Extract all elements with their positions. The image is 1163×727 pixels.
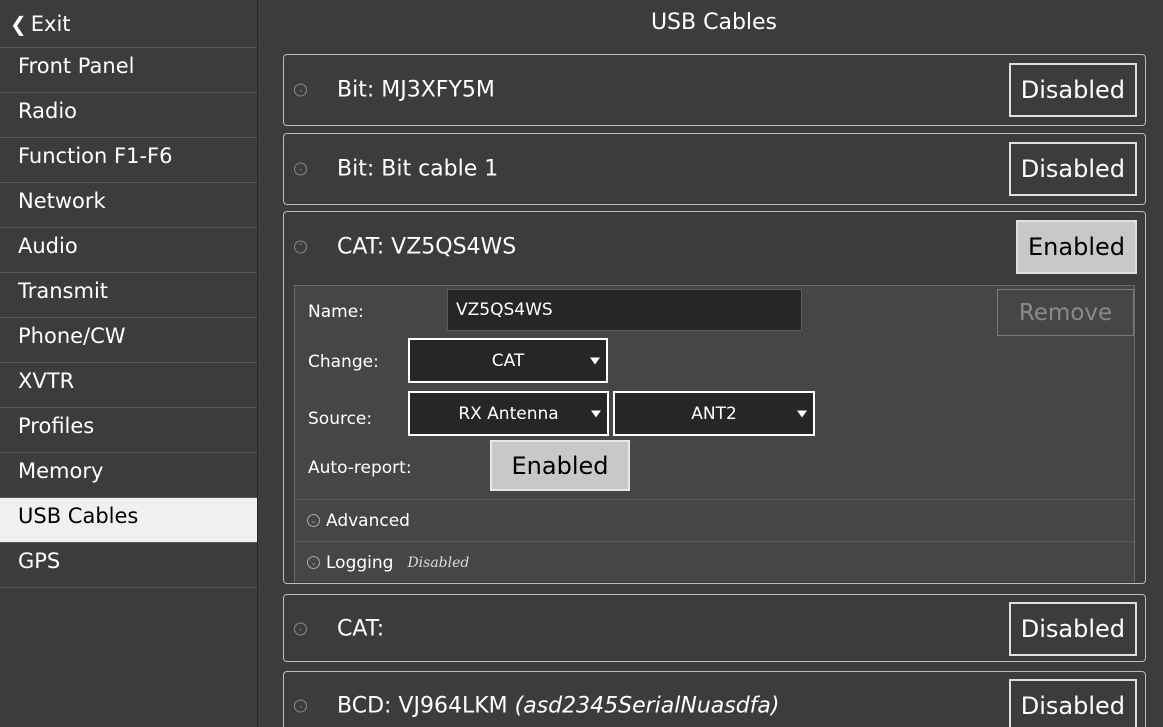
change-select[interactable]: CAT xyxy=(408,338,608,383)
expand-icon[interactable]: ⌄ xyxy=(294,699,307,713)
change-value: CAT xyxy=(491,350,525,371)
source-value: RX Antenna xyxy=(458,403,559,424)
advanced-row[interactable]: ⌄ Advanced xyxy=(295,499,1134,541)
cable-title: BCD: VJ964LKM (asd2345SerialNuasdfa) xyxy=(337,694,779,719)
cable-title: Bit: MJ3XFY5M xyxy=(337,78,495,103)
sidebar-item-phone-cw[interactable]: Phone/CW xyxy=(0,318,257,363)
cable-state-button[interactable]: Disabled xyxy=(1008,63,1137,117)
logging-status: Disabled xyxy=(407,554,470,571)
cable-title: CAT: VZ5QS4WS xyxy=(337,235,516,260)
caret-down-icon xyxy=(591,410,601,417)
cable-header[interactable]: ⌄ Bit: MJ3XFY5M Disabled xyxy=(284,55,1145,125)
name-label: Name: xyxy=(308,302,364,322)
cable-panel: ⌄ BCD: VJ964LKM (asd2345SerialNuasdfa) D… xyxy=(283,671,1146,727)
auto-report-button[interactable]: Enabled xyxy=(490,440,630,491)
sidebar-item-memory[interactable]: Memory xyxy=(0,453,257,498)
cable-name: VJ964LKM xyxy=(398,693,508,719)
sidebar-item-audio[interactable]: Audio xyxy=(0,228,257,273)
cable-name: Bit cable 1 xyxy=(381,156,499,182)
antenna-select[interactable]: ANT2 xyxy=(613,391,815,436)
cable-name: VZ5QS4WS xyxy=(391,234,517,260)
exit-button[interactable]: ❮ Exit xyxy=(0,0,257,48)
cable-panel: ⌄ Bit: Bit cable 1 Disabled xyxy=(283,133,1146,205)
change-label: Change: xyxy=(308,352,379,372)
cable-header[interactable]: ⌄ CAT: Disabled xyxy=(284,595,1145,663)
cable-name: MJ3XFY5M xyxy=(381,77,495,103)
source-label: Source: xyxy=(308,409,373,429)
cable-header[interactable]: ⌄ Bit: Bit cable 1 Disabled xyxy=(284,134,1145,204)
main-content: USB Cables ⌄ Bit: MJ3XFY5M Disabled ⌄ Bi… xyxy=(265,0,1163,727)
cable-header[interactable]: ⌄ BCD: VJ964LKM (asd2345SerialNuasdfa) D… xyxy=(284,672,1145,727)
cable-settings: Name: VZ5QS4WS Remove Change: CAT Source… xyxy=(294,285,1135,582)
auto-report-label: Auto-report: xyxy=(308,458,412,478)
cable-state-button[interactable]: Enabled xyxy=(1016,220,1137,274)
sidebar-item-network[interactable]: Network xyxy=(0,183,257,228)
cable-state-button[interactable]: Disabled xyxy=(1008,142,1137,196)
page-title: USB Cables xyxy=(650,10,778,35)
advanced-label: Advanced xyxy=(326,510,410,531)
logging-row[interactable]: ⌄ Logging Disabled xyxy=(295,541,1134,583)
cable-panel: ⌄ Bit: MJ3XFY5M Disabled xyxy=(283,54,1146,126)
sidebar-item-function[interactable]: Function F1-F6 xyxy=(0,138,257,183)
expand-icon[interactable]: ⌄ xyxy=(294,162,307,176)
source-select[interactable]: RX Antenna xyxy=(408,391,609,436)
sidebar-item-profiles[interactable]: Profiles xyxy=(0,408,257,453)
expand-icon[interactable]: ⌄ xyxy=(294,622,307,636)
cable-type: BCD: xyxy=(337,693,392,719)
expand-icon[interactable]: ⌄ xyxy=(307,514,320,527)
cable-type: Bit: xyxy=(337,156,375,182)
chevron-left-icon: ❮ xyxy=(10,11,27,36)
caret-down-icon xyxy=(797,410,807,417)
remove-button[interactable]: Remove xyxy=(997,289,1134,336)
cable-header[interactable]: ⌃ CAT: VZ5QS4WS Enabled xyxy=(284,212,1145,282)
expand-icon[interactable]: ⌄ xyxy=(294,83,307,97)
sidebar: ❮ Exit Front Panel Radio Function F1-F6 … xyxy=(0,0,258,727)
collapse-icon[interactable]: ⌃ xyxy=(294,240,307,254)
name-field[interactable]: VZ5QS4WS xyxy=(447,289,802,331)
cable-panel-expanded: ⌃ CAT: VZ5QS4WS Enabled Name: VZ5QS4WS R… xyxy=(283,211,1146,584)
expand-icon[interactable]: ⌄ xyxy=(307,556,320,569)
cable-title: CAT: xyxy=(337,617,384,642)
cable-type: Bit: xyxy=(337,77,375,103)
logging-label: Logging xyxy=(326,552,394,573)
cable-state-button[interactable]: Disabled xyxy=(1008,679,1137,727)
sidebar-item-transmit[interactable]: Transmit xyxy=(0,273,257,318)
cable-type: CAT: xyxy=(337,616,385,642)
sidebar-item-front-panel[interactable]: Front Panel xyxy=(0,48,257,93)
cable-state-button[interactable]: Disabled xyxy=(1008,602,1137,656)
cable-serial: (asd2345SerialNuasdfa) xyxy=(514,693,780,719)
sidebar-item-radio[interactable]: Radio xyxy=(0,93,257,138)
cable-title: Bit: Bit cable 1 xyxy=(337,157,498,182)
sidebar-item-usb-cables[interactable]: USB Cables xyxy=(0,498,257,543)
sidebar-item-gps[interactable]: GPS xyxy=(0,543,257,588)
cable-panel: ⌄ CAT: Disabled xyxy=(283,594,1146,662)
sidebar-item-xvtr[interactable]: XVTR xyxy=(0,363,257,408)
exit-label: Exit xyxy=(30,11,71,36)
caret-down-icon xyxy=(590,357,600,364)
antenna-value: ANT2 xyxy=(691,403,737,424)
cable-type: CAT: xyxy=(337,234,385,260)
